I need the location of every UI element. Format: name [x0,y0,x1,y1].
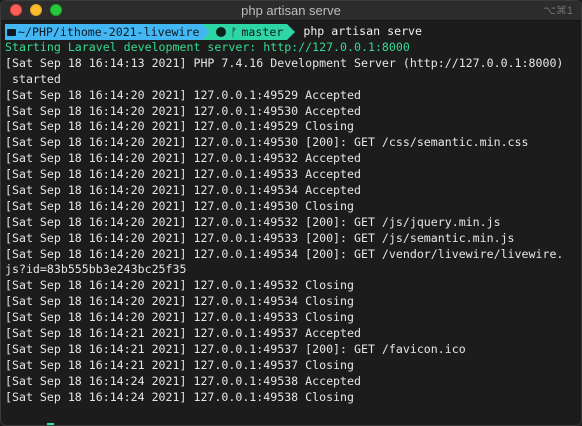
output-line: started [5,71,61,86]
output-line: [Sat Sep 18 16:14:20 2021] 127.0.0.1:495… [5,294,355,309]
powerline-separator-icon [287,24,296,40]
output-line: [Sat Sep 18 16:14:20 2021] 127.0.0.1:495… [5,230,515,245]
output-line: [Sat Sep 18 16:14:20 2021] 127.0.0.1:495… [5,198,355,213]
folder-icon [7,28,16,36]
powerline-separator-icon [202,24,211,40]
output-line: [Sat Sep 18 16:14:21 2021] 127.0.0.1:495… [5,357,355,372]
octocat-icon [216,27,227,37]
window-title: php artisan serve [241,3,341,18]
output-line: [Sat Sep 18 16:14:20 2021] 127.0.0.1:495… [5,310,355,325]
output-line: Starting Laravel development server: htt… [5,40,410,54]
output-line: [Sat Sep 18 16:14:20 2021] 127.0.0.1:495… [5,167,361,182]
scrollbar[interactable] [572,21,581,425]
output-line: [Sat Sep 18 16:14:24 2021] 127.0.0.1:495… [5,373,361,388]
output-line: [Sat Sep 18 16:14:13 2021] PHP 7.4.16 De… [5,55,564,70]
prompt-path: ~/PHP/ithome-2021-livewire [18,25,200,39]
output-line: [Sat Sep 18 16:14:21 2021] 127.0.0.1:495… [5,326,361,341]
title-bar[interactable]: php artisan serve ⌥⌘1 [1,1,581,21]
output-line: [Sat Sep 18 16:14:20 2021] 127.0.0.1:495… [5,278,355,293]
tab-shortcut-label: ⌥⌘1 [543,5,573,17]
output-line: [Sat Sep 18 16:14:20 2021] 127.0.0.1:495… [5,135,529,150]
terminal-content[interactable]: ~/PHP/ithome-2021-livewire ᚠ master php … [1,21,572,425]
output-line: [Sat Sep 18 16:14:20 2021] 127.0.0.1:495… [5,119,355,134]
output-line: [Sat Sep 18 16:14:20 2021] 127.0.0.1:495… [5,151,361,166]
prompt-git-segment: ᚠ master [210,24,288,40]
output-line: js?id=83b555bb3e243bc25f35 [5,262,187,277]
terminal-window: php artisan serve ⌥⌘1 ~/PHP/ithome-2021-… [0,0,582,426]
cursor-line [5,405,568,425]
output-line: [Sat Sep 18 16:14:21 2021] 127.0.0.1:495… [5,341,466,356]
output-line: [Sat Sep 18 16:14:20 2021] 127.0.0.1:495… [5,87,361,102]
shell-prompt: ~/PHP/ithome-2021-livewire ᚠ master php … [5,24,568,40]
output-line: [Sat Sep 18 16:14:20 2021] 127.0.0.1:495… [5,103,361,118]
prompt-path-segment: ~/PHP/ithome-2021-livewire [5,24,203,40]
git-branch: master [241,25,284,39]
output-line: [Sat Sep 18 16:14:20 2021] 127.0.0.1:495… [5,183,361,198]
output-line: [Sat Sep 18 16:14:20 2021] 127.0.0.1:495… [5,214,501,229]
output-line: [Sat Sep 18 16:14:20 2021] 127.0.0.1:495… [5,246,564,261]
prompt-command: php artisan serve [303,24,423,39]
output-line: [Sat Sep 18 16:14:24 2021] 127.0.0.1:495… [5,389,355,404]
branch-icon: ᚠ [230,25,238,39]
terminal-output: Starting Laravel development server: htt… [5,40,568,405]
